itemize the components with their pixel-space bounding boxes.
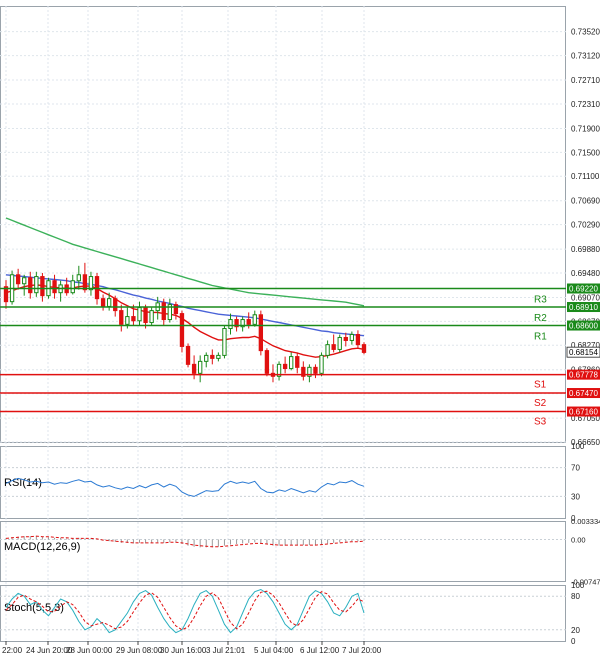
price-tick-label: 0.73120 bbox=[571, 52, 600, 61]
candle-body bbox=[246, 319, 251, 325]
stoch-tick-label: 0 bbox=[571, 637, 576, 646]
candle-body bbox=[34, 276, 39, 294]
candle-body bbox=[94, 276, 100, 300]
stoch-tick-label: 80 bbox=[571, 592, 580, 601]
candle-body bbox=[191, 363, 197, 374]
candle-body bbox=[119, 310, 124, 325]
stoch-tick-label: 20 bbox=[571, 626, 580, 635]
rsi-tick-label: 100 bbox=[571, 442, 585, 451]
pivot-label-s3: S3 bbox=[534, 417, 547, 428]
price-tick-label: 0.69480 bbox=[571, 269, 600, 278]
time-tick-label: 29 Jun 08:00 bbox=[116, 646, 163, 655]
candle-body bbox=[252, 314, 257, 325]
macd-frame bbox=[0, 521, 566, 582]
candle-body bbox=[282, 363, 288, 370]
candle-body bbox=[149, 310, 154, 324]
candle-body bbox=[198, 360, 203, 374]
candle-body bbox=[113, 298, 118, 312]
time-tick-label: 22:00 bbox=[2, 646, 23, 655]
candle-body bbox=[204, 354, 209, 362]
stoch-frame bbox=[0, 585, 566, 642]
candle-body bbox=[185, 345, 191, 365]
candle-body bbox=[179, 313, 185, 347]
price-tick-label: 0.69070 bbox=[571, 293, 600, 302]
candle-body bbox=[125, 316, 130, 325]
candle-body bbox=[28, 277, 33, 294]
price-tick-label: 0.70690 bbox=[571, 197, 600, 206]
candle-body bbox=[88, 276, 94, 291]
candle-body bbox=[337, 336, 342, 350]
candle-body bbox=[343, 336, 348, 341]
candle-body bbox=[264, 350, 270, 374]
candle-body bbox=[349, 333, 355, 341]
candle-body bbox=[216, 354, 221, 359]
candle-body bbox=[161, 302, 166, 321]
candle-body bbox=[52, 280, 57, 294]
pivot-label-s2: S2 bbox=[534, 398, 547, 409]
candle-body bbox=[76, 274, 81, 282]
candle-body bbox=[173, 304, 179, 315]
current-price-text: 0.68154 bbox=[569, 348, 598, 357]
candle-body bbox=[228, 319, 233, 330]
candle-body bbox=[295, 356, 300, 368]
candle-body bbox=[210, 354, 215, 359]
time-axis: 22:00 24 Jun 20:0028 Jun 00:00 29 Jun 08:0… bbox=[2, 641, 382, 655]
macd-legend: MACD(12,26,9) bbox=[4, 541, 80, 553]
candle-body bbox=[70, 280, 75, 294]
pivot-label-r3: R3 bbox=[534, 295, 547, 306]
time-tick-label: 6 Jul 12:00 bbox=[300, 646, 340, 655]
price-tick-label: 0.71100 bbox=[571, 172, 600, 181]
pivot-label-r1: R1 bbox=[534, 332, 547, 343]
candle-body bbox=[361, 344, 367, 353]
candle-body bbox=[331, 344, 336, 350]
time-tick-label: 7 Jul 20:00 bbox=[342, 646, 382, 655]
candle-body bbox=[22, 277, 27, 285]
macd-tick-label: 0.00 bbox=[571, 536, 586, 545]
candle-body bbox=[15, 274, 21, 285]
trading-chart: 0.73520 0.73120 0.72710 0.72310 0.71900 0.715… bbox=[0, 6, 600, 655]
candle-body bbox=[106, 298, 112, 307]
candle-body bbox=[313, 366, 318, 374]
time-tick-label: 30 Jun 16:00 bbox=[160, 646, 207, 655]
candle-body bbox=[258, 314, 264, 352]
candle-body bbox=[325, 344, 330, 356]
rsi-frame bbox=[0, 446, 566, 519]
pivot-price-text: 0.68600 bbox=[569, 322, 598, 331]
candle-body bbox=[100, 298, 106, 307]
chart-panes bbox=[0, 6, 566, 642]
time-tick-label: 28 Jun 00:00 bbox=[66, 646, 113, 655]
pivot-price-text: 0.69220 bbox=[569, 285, 598, 294]
rsi-tick-label: 70 bbox=[571, 464, 580, 473]
macd-tick-label: 0.003334 bbox=[571, 517, 600, 526]
pivot-price-text: 0.67160 bbox=[569, 408, 598, 417]
stoch-tick-label: 100 bbox=[571, 581, 585, 590]
pivot-price-text: 0.68910 bbox=[569, 303, 598, 312]
candle-body bbox=[137, 307, 142, 322]
pivot-price-text: 0.67470 bbox=[569, 389, 598, 398]
price-tick-label: 0.71900 bbox=[571, 124, 600, 133]
candle-body bbox=[40, 276, 45, 297]
rsi-legend: RSI(14) bbox=[4, 477, 42, 489]
time-tick-label: 3 Jul 21:01 bbox=[206, 646, 246, 655]
time-tick-label: 5 Jul 04:00 bbox=[254, 646, 294, 655]
pivot-label-r2: R2 bbox=[534, 313, 547, 324]
candle-body bbox=[222, 328, 227, 356]
pivot-price-text: 0.67778 bbox=[569, 371, 598, 380]
price-tick-label: 0.71500 bbox=[571, 148, 600, 157]
pivot-label-s1: S1 bbox=[534, 380, 547, 391]
candle-body bbox=[82, 274, 88, 291]
candle-body bbox=[143, 307, 148, 324]
rsi-tick-label: 30 bbox=[571, 492, 580, 501]
price-tick-label: 0.72710 bbox=[571, 76, 600, 85]
candle-body bbox=[355, 333, 361, 346]
price-tick-label: 0.73520 bbox=[571, 28, 600, 37]
price-tick-label: 0.70290 bbox=[571, 221, 600, 230]
stoch-legend: Stoch(5,5,3) bbox=[4, 602, 64, 614]
price-tick-label: 0.69880 bbox=[571, 245, 600, 254]
candle-body bbox=[289, 356, 294, 370]
candle-body bbox=[319, 354, 324, 374]
candle-body bbox=[131, 316, 136, 322]
price-tick-label: 0.72310 bbox=[571, 100, 600, 109]
